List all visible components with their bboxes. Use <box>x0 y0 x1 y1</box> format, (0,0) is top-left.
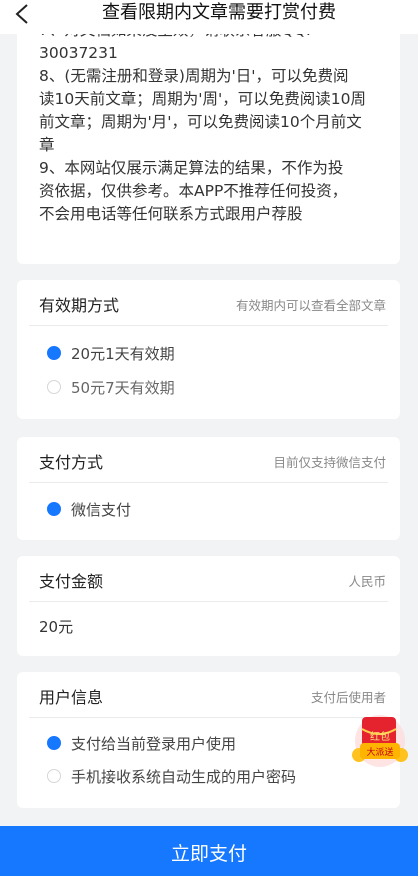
red-envelope-icon: 红包 大派送 <box>352 715 408 767</box>
notice-line: 资依据，仅供参考。本APP不推荐任何投资， <box>39 182 348 200</box>
radio-selected[interactable] <box>47 346 61 360</box>
pay-now-button[interactable]: 立即支付 <box>0 826 418 876</box>
notice-card: 7、对文档如果没生效，请联系客服QQ: 30037231 8、(无需注册和登录)… <box>17 0 400 264</box>
option-current-user[interactable]: 支付给当前登录用户使用 <box>47 730 236 756</box>
section-title: 支付方式 <box>39 453 104 472</box>
back-button[interactable] <box>12 0 42 30</box>
pay-now-label: 立即支付 <box>170 843 247 865</box>
notice-line: 30037231 <box>39 44 118 62</box>
section-note: 支付后使用者 <box>310 690 386 705</box>
section-header: 用户信息 支付后使用者 <box>29 672 388 718</box>
notice-text: 7、对文档如果没生效，请联系客服QQ: 30037231 8、(无需注册和登录)… <box>39 19 389 226</box>
ad-text-top: 红包 <box>370 730 390 743</box>
chevron-left-icon <box>15 4 28 24</box>
option-label: 50元7天有效期 <box>71 378 175 397</box>
notice-line: 不会用电话等任何联系方式跟用户荐股 <box>39 205 303 223</box>
payment-amount-section: 支付金额 人民币 20元 <box>17 556 400 656</box>
option-20-yuan-1-day[interactable]: 20元1天有效期 <box>47 340 175 366</box>
section-title: 用户信息 <box>39 688 104 707</box>
section-header: 支付方式 目前仅支持微信支付 <box>29 437 388 483</box>
red-envelope-ad[interactable]: 红包 大派送 <box>351 711 409 771</box>
option-label: 支付给当前登录用户使用 <box>71 734 237 753</box>
notice-line: 前文章；周期为'月'，可以免费阅读10个月前文 <box>39 113 362 131</box>
top-bar: 查看限期内文章需要打赏付费 <box>0 0 418 34</box>
notice-line: 章 <box>39 136 55 154</box>
section-note: 有效期内可以查看全部文章 <box>235 298 386 313</box>
validity-section: 有效期方式 有效期内可以查看全部文章 20元1天有效期 50元7天有效期 <box>17 280 400 419</box>
notice-line: 9、本网站仅展示满足算法的结果，不作为投 <box>39 159 344 177</box>
section-header: 有效期方式 有效期内可以查看全部文章 <box>29 280 388 326</box>
payment-method-section: 支付方式 目前仅支持微信支付 微信支付 <box>17 437 400 540</box>
section-note: 目前仅支持微信支付 <box>273 455 386 470</box>
page-title: 查看限期内文章需要打赏付费 <box>102 2 336 23</box>
option-wechat-pay[interactable]: 微信支付 <box>47 496 131 522</box>
section-title: 有效期方式 <box>39 296 120 315</box>
ad-text-bottom: 大派送 <box>366 746 393 758</box>
section-note: 人民币 <box>348 574 386 589</box>
option-50-yuan-7-day[interactable]: 50元7天有效期 <box>47 374 175 400</box>
notice-line: 8、(无需注册和登录)周期为'日'，可以免费阅 <box>39 67 349 85</box>
section-header: 支付金额 人民币 <box>29 556 388 602</box>
amount-value: 20元 <box>39 618 74 636</box>
option-label: 微信支付 <box>71 500 132 519</box>
radio-selected[interactable] <box>47 736 61 750</box>
notice-line: 读10天前文章；周期为'周'，可以免费阅读10周 <box>39 90 366 108</box>
user-info-section: 用户信息 支付后使用者 支付给当前登录用户使用 手机接收系统自动生成的用户密码 <box>17 672 400 808</box>
radio-unselected[interactable] <box>47 769 61 783</box>
radio-unselected[interactable] <box>47 380 61 394</box>
option-label: 手机接收系统自动生成的用户密码 <box>71 767 297 786</box>
option-label: 20元1天有效期 <box>71 344 175 363</box>
option-sms-password[interactable]: 手机接收系统自动生成的用户密码 <box>47 763 296 789</box>
radio-selected[interactable] <box>47 502 61 516</box>
section-title: 支付金额 <box>39 572 104 591</box>
